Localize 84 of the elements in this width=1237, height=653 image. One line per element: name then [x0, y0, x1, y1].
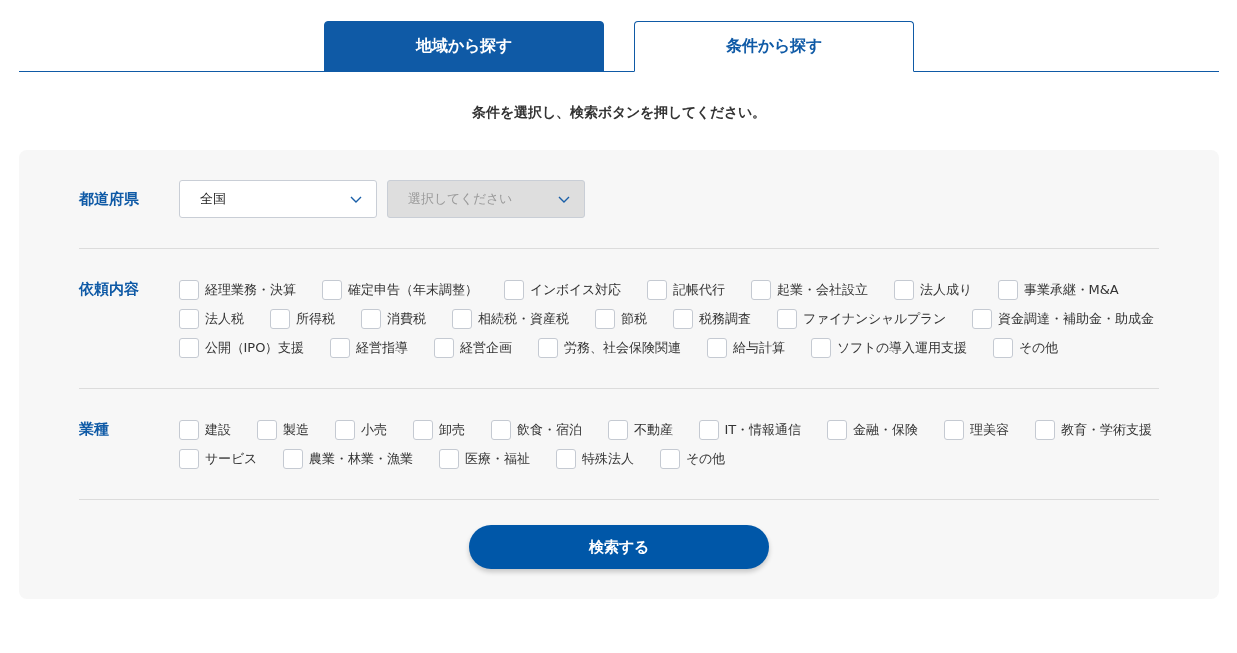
checkbox-label: その他 — [1019, 338, 1059, 357]
checkbox-label: 卸売 — [438, 420, 465, 439]
checkbox-label: インボイス対応 — [529, 280, 621, 299]
checkbox-label: 税務調査 — [698, 309, 751, 328]
checkbox[interactable] — [412, 419, 433, 440]
checkbox[interactable] — [178, 419, 199, 440]
field-label: 都道府県 — [78, 189, 140, 209]
checkbox-label: 経営指導 — [356, 338, 409, 357]
checkbox[interactable] — [672, 308, 693, 329]
checkbox-label: その他 — [685, 449, 725, 468]
checkbox[interactable] — [451, 308, 472, 329]
checkbox-label: サービス — [204, 449, 257, 468]
checkbox[interactable] — [594, 308, 615, 329]
checkbox-label: IT・情報通信 — [724, 420, 802, 439]
checkbox-label: 特殊法人 — [581, 449, 634, 468]
checkbox-label: 資金調達・補助金・助成金 — [997, 309, 1154, 328]
checkbox[interactable] — [334, 419, 355, 440]
checkbox-label: 法人税 — [204, 309, 244, 328]
checkbox-label: 消費税 — [386, 309, 426, 328]
checkbox[interactable] — [178, 448, 199, 469]
checkbox-label: 経営企画 — [460, 338, 513, 357]
checkbox-label: 所得税 — [295, 309, 335, 328]
checkbox-label: ファイナンシャルプラン — [802, 309, 946, 328]
checkbox-label: 小売 — [360, 420, 387, 439]
checkbox-label: 教育・学術支援 — [1061, 420, 1153, 439]
checkbox-label: 製造 — [282, 420, 309, 439]
checkbox[interactable] — [330, 337, 351, 358]
checkbox[interactable] — [607, 419, 628, 440]
checkbox-label: 給与計算 — [733, 338, 786, 357]
checkbox[interactable] — [256, 419, 277, 440]
field-label: 依頼内容 — [78, 279, 140, 299]
select-dropdown[interactable]: 全国 — [178, 180, 377, 218]
checkbox[interactable] — [776, 308, 797, 329]
checkbox[interactable] — [944, 419, 965, 440]
checkbox-label: 確定申告（年末調整） — [347, 280, 478, 299]
checkbox-label: 法人成り — [919, 280, 972, 299]
checkbox-label: 飲食・宿泊 — [516, 420, 582, 439]
checkbox[interactable] — [360, 308, 381, 329]
checkbox-label: 医療・福祉 — [464, 449, 530, 468]
instruction-text: 条件を選択し、検索ボタンを押してください。 — [470, 104, 767, 122]
checkbox-label: 理美容 — [970, 420, 1010, 439]
checkbox[interactable] — [1035, 419, 1056, 440]
checkbox[interactable] — [178, 308, 199, 329]
checkbox-label: 不動産 — [633, 420, 673, 439]
checkbox[interactable] — [827, 419, 848, 440]
checkbox-label: ソフトの導入運用支援 — [837, 338, 968, 357]
checkbox-label: 建設 — [204, 420, 231, 439]
checkbox-label: 労務、社会保険関連 — [564, 338, 682, 357]
checkbox[interactable] — [538, 337, 559, 358]
checkbox[interactable] — [893, 279, 914, 300]
checkbox[interactable] — [178, 337, 199, 358]
checkbox[interactable] — [750, 279, 771, 300]
chevron-down-icon — [557, 195, 570, 203]
checkbox-label: 金融・保険 — [853, 420, 919, 439]
checkbox-label: 事業承継・M&A — [1023, 280, 1119, 299]
search-button[interactable]: 検索する — [468, 525, 769, 569]
checkbox-label: 農業・林業・漁業 — [308, 449, 413, 468]
checkbox[interactable] — [438, 448, 459, 469]
tab[interactable]: 条件から探す — [633, 21, 914, 72]
checkbox[interactable] — [282, 448, 303, 469]
checkbox[interactable] — [269, 308, 290, 329]
checkbox[interactable] — [490, 419, 511, 440]
checkbox[interactable] — [434, 337, 455, 358]
checkbox-label: 節税 — [620, 309, 647, 328]
checkbox[interactable] — [698, 419, 719, 440]
checkbox[interactable] — [178, 279, 199, 300]
checkbox[interactable] — [659, 448, 680, 469]
checkbox[interactable] — [997, 279, 1018, 300]
checkbox[interactable] — [971, 308, 992, 329]
checkbox-label: 起業・会社設立 — [776, 280, 868, 299]
checkbox-label: 公開（IPO）支援 — [204, 338, 305, 357]
field-label: 業種 — [78, 419, 110, 439]
checkbox[interactable] — [646, 279, 667, 300]
checkbox-label: 相続税・資産税 — [477, 309, 569, 328]
checkbox-label: 経理業務・決算 — [204, 280, 296, 299]
checkbox[interactable] — [321, 279, 342, 300]
checkbox[interactable] — [707, 337, 728, 358]
checkbox[interactable] — [503, 279, 524, 300]
checkbox[interactable] — [993, 337, 1014, 358]
checkbox[interactable] — [811, 337, 832, 358]
chevron-down-icon — [349, 195, 362, 203]
checkbox-label: 記帳代行 — [672, 280, 725, 299]
checkbox[interactable] — [555, 448, 576, 469]
tab[interactable]: 地域から探す — [323, 21, 604, 72]
